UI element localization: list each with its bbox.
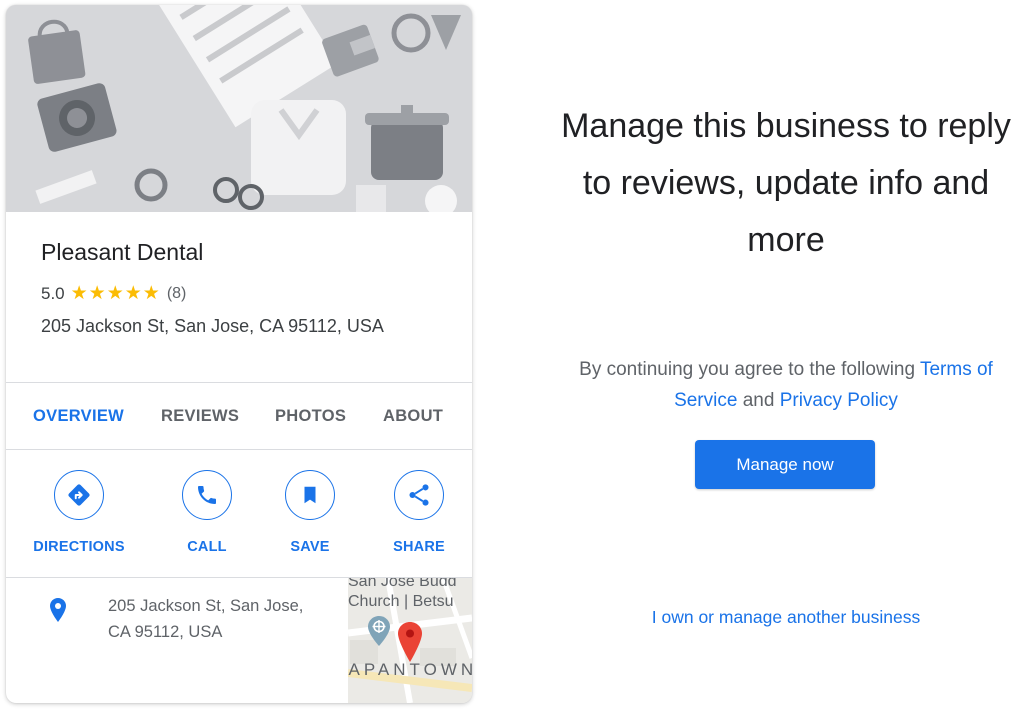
terms-prefix: By continuing you agree to the following bbox=[579, 359, 920, 380]
rating-value: 5.0 bbox=[41, 283, 65, 303]
tab-photos[interactable]: PHOTOS bbox=[275, 383, 346, 449]
address-line-1: 205 Jackson St, San Jose, bbox=[108, 597, 304, 615]
share-icon bbox=[394, 470, 444, 520]
map-poi-label: San Jose Budd Church | Betsu bbox=[348, 578, 457, 610]
bookmark-icon bbox=[285, 470, 335, 520]
call-button[interactable]: CALL bbox=[152, 470, 262, 555]
location-address[interactable]: 205 Jackson St, San Jose, CA 95112, USA bbox=[108, 593, 343, 645]
business-address: 205 Jackson St, San Jose, CA 95112, USA bbox=[41, 316, 384, 336]
tab-about[interactable]: ABOUT bbox=[383, 383, 443, 449]
save-label: SAVE bbox=[290, 539, 330, 555]
review-count: (8) bbox=[166, 284, 187, 302]
business-name: Pleasant Dental bbox=[41, 239, 204, 265]
cover-illustration bbox=[6, 5, 472, 212]
share-label: SHARE bbox=[393, 539, 445, 555]
business-info: Pleasant Dental 5.0 ★★★★★ (8) 205 Jackso… bbox=[6, 212, 472, 382]
directions-label: DIRECTIONS bbox=[33, 539, 125, 555]
directions-button[interactable]: DIRECTIONS bbox=[24, 470, 134, 555]
action-bar: DIRECTIONS CALL SAVE SHARE bbox=[6, 450, 472, 577]
map-thumbnail[interactable]: San Jose Budd Church | Betsu JAPANTOWN bbox=[348, 578, 472, 703]
call-label: CALL bbox=[187, 539, 227, 555]
manage-now-button[interactable]: Manage now bbox=[695, 440, 875, 489]
business-card: Pleasant Dental 5.0 ★★★★★ (8) 205 Jackso… bbox=[6, 5, 472, 703]
business-cover-image bbox=[6, 5, 472, 212]
map-area-label: JAPANTOWN bbox=[348, 660, 472, 679]
tab-overview[interactable]: OVERVIEW bbox=[33, 383, 124, 449]
terms-and: and bbox=[737, 390, 780, 411]
share-button[interactable]: SHARE bbox=[364, 470, 472, 555]
other-business-link[interactable]: I own or manage another business bbox=[548, 607, 1024, 628]
manage-headline: Manage this business to reply to reviews… bbox=[561, 107, 1011, 259]
location-section: 205 Jackson St, San Jose, CA 95112, USA … bbox=[6, 578, 472, 703]
phone-icon bbox=[182, 470, 232, 520]
privacy-policy-link[interactable]: Privacy Policy bbox=[780, 390, 898, 411]
location-pin-icon bbox=[50, 598, 66, 627]
rating-row[interactable]: 5.0 ★★★★★ (8) bbox=[41, 282, 186, 305]
star-rating-icon: ★★★★★ bbox=[70, 283, 161, 304]
temple-icon bbox=[368, 616, 390, 651]
save-button[interactable]: SAVE bbox=[255, 470, 365, 555]
terms-notice: By continuing you agree to the following… bbox=[548, 354, 1024, 416]
directions-icon bbox=[54, 470, 104, 520]
address-line-2: CA 95112, USA bbox=[108, 623, 223, 641]
tab-reviews[interactable]: REVIEWS bbox=[161, 383, 239, 449]
tab-bar: OVERVIEW REVIEWS PHOTOS ABOUT bbox=[6, 383, 472, 449]
